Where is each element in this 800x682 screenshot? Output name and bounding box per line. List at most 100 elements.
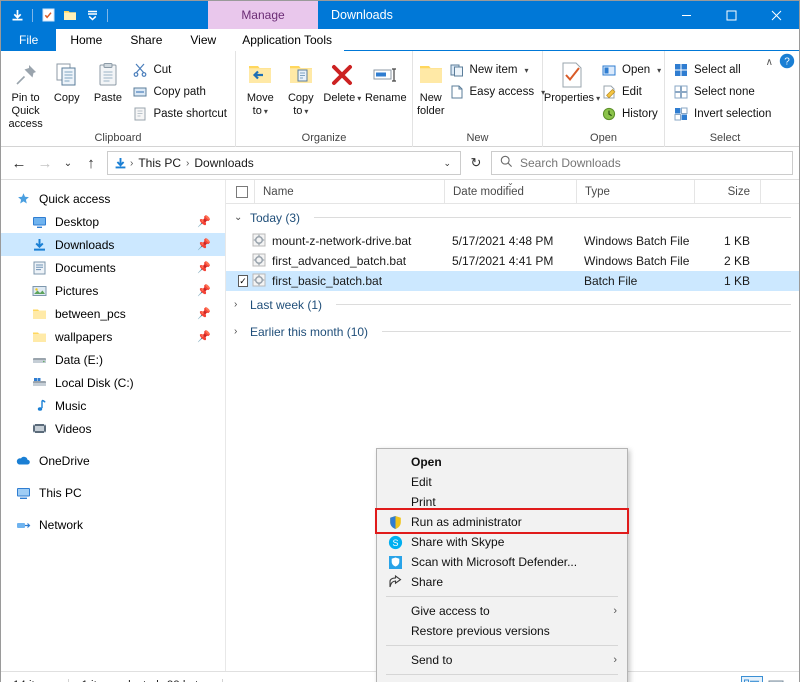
pin-icon[interactable]: 📌	[197, 261, 211, 274]
delete-caret-icon[interactable]: ▾	[357, 94, 361, 103]
folder-icon	[29, 305, 49, 323]
new-item-caret-icon[interactable]: ▾	[524, 66, 528, 75]
collapse-ribbon-icon[interactable]: ∧	[766, 57, 773, 68]
copy-to-caret-icon[interactable]: ▾	[304, 107, 308, 116]
column-header-name[interactable]: Name	[254, 180, 444, 204]
new-small-buttons: New item ▾ Easy access ▾	[445, 54, 550, 103]
context-menu-item-share-with-skype[interactable]: S Share with Skype	[377, 532, 627, 552]
column-header-size[interactable]: Size	[694, 180, 760, 204]
table-row[interactable]: ✓ first_basic_batch.bat Batch File 1 KB	[226, 271, 799, 291]
sidebar-item-this-pc[interactable]: This PC	[1, 481, 225, 504]
sidebar-item-wallpapers[interactable]: wallpapers 📌	[1, 325, 225, 348]
chevron-right-icon[interactable]: ›	[234, 326, 244, 337]
context-menu-item-share[interactable]: Share	[377, 572, 627, 592]
recent-locations-button[interactable]: ⌄	[59, 150, 77, 176]
breadcrumb-dropdown-icon[interactable]: ⌄	[436, 158, 458, 169]
search-input[interactable]: Search Downloads	[491, 151, 793, 175]
properties-button[interactable]: Properties ▾	[544, 54, 600, 105]
tab-file[interactable]: File	[1, 29, 57, 51]
invert-selection-button[interactable]: Invert selection	[669, 103, 775, 125]
sidebar-item-local-disk-c[interactable]: Local Disk (C:)	[1, 371, 225, 394]
copy-button[interactable]: Copy	[46, 54, 87, 105]
copy-path-button[interactable]: Copy path	[128, 81, 231, 103]
help-icon[interactable]: ?	[779, 53, 795, 72]
column-header-type[interactable]: Type	[576, 180, 694, 204]
breadcrumb-downloads[interactable]: Downloads	[190, 156, 257, 170]
rename-button[interactable]: Rename	[364, 54, 408, 105]
forward-button[interactable]: →	[33, 150, 57, 176]
select-all-button[interactable]: Select all	[669, 59, 775, 81]
context-menu-item-run-as-administrator[interactable]: Run as administrator	[377, 512, 627, 532]
breadcrumb[interactable]: › This PC › Downloads ⌄	[107, 151, 461, 175]
pin-icon[interactable]: 📌	[197, 330, 211, 343]
tab-view[interactable]: View	[176, 29, 231, 51]
table-row[interactable]: mount-z-network-drive.bat 5/17/2021 4:48…	[226, 231, 799, 251]
qat-properties-icon[interactable]	[38, 5, 58, 25]
sidebar-item-music[interactable]: Music	[1, 394, 225, 417]
sidebar-item-desktop[interactable]: Desktop 📌	[1, 210, 225, 233]
sidebar-item-quick-access[interactable]: Quick access	[1, 187, 225, 210]
sidebar-item-downloads[interactable]: Downloads 📌	[1, 233, 225, 256]
paste-shortcut-button[interactable]: Paste shortcut	[128, 103, 231, 125]
sidebar-item-onedrive[interactable]: OneDrive	[1, 449, 225, 472]
sidebar-item-videos[interactable]: Videos	[1, 417, 225, 440]
paste-button[interactable]: Paste	[87, 54, 128, 105]
minimize-button[interactable]	[664, 1, 709, 29]
delete-button[interactable]: Delete ▾	[321, 54, 363, 105]
column-header-date-modified[interactable]: ⌄ Date modified	[444, 180, 576, 204]
up-button[interactable]: ↑	[79, 150, 103, 176]
back-button[interactable]: ←	[7, 150, 31, 176]
breadcrumb-this-pc[interactable]: This PC	[134, 156, 185, 170]
sidebar-item-network[interactable]: Network	[1, 513, 225, 536]
sidebar-item-between-pcs[interactable]: between_pcs 📌	[1, 302, 225, 325]
tab-home[interactable]: Home	[56, 29, 117, 51]
new-item-button[interactable]: New item ▾	[445, 59, 550, 81]
context-menu-item-send-to[interactable]: Send to ›	[377, 650, 627, 670]
context-menu-item-scan-with-defender[interactable]: Scan with Microsoft Defender...	[377, 552, 627, 572]
chevron-right-icon[interactable]: ›	[234, 299, 244, 310]
cut-button[interactable]: Cut	[128, 59, 231, 81]
context-menu-item-give-access-to[interactable]: Give access to ›	[377, 601, 627, 621]
pin-icon[interactable]: 📌	[197, 238, 211, 251]
edit-button[interactable]: Edit	[597, 81, 665, 103]
new-folder-button[interactable]: New folder	[417, 54, 445, 118]
chevron-down-icon[interactable]: ⌄	[234, 212, 244, 223]
tab-application-tools[interactable]: Application Tools	[230, 29, 345, 51]
context-menu-separator	[386, 645, 618, 646]
details-view-button[interactable]	[741, 675, 763, 682]
open-caret-icon[interactable]: ▾	[657, 66, 661, 75]
qat-downloads-icon[interactable]	[7, 5, 27, 25]
group-header-earlier-this-month[interactable]: › Earlier this month (10)	[226, 318, 799, 345]
pin-icon[interactable]: 📌	[197, 307, 211, 320]
context-menu-item-open[interactable]: Open	[377, 452, 627, 472]
sidebar-item-pictures[interactable]: Pictures 📌	[1, 279, 225, 302]
refresh-button[interactable]: ↻	[463, 151, 489, 175]
easy-access-button[interactable]: Easy access ▾	[445, 81, 550, 103]
history-button[interactable]: History	[597, 103, 665, 125]
move-to-caret-icon[interactable]: ▾	[264, 107, 268, 116]
select-none-button[interactable]: Select none	[669, 81, 775, 103]
sidebar-item-documents[interactable]: Documents 📌	[1, 256, 225, 279]
tab-share[interactable]: Share	[116, 29, 177, 51]
row-checkbox[interactable]: ✓	[226, 275, 248, 287]
close-button[interactable]	[754, 1, 799, 29]
qat-new-folder-icon[interactable]	[60, 5, 80, 25]
qat-customize-qat-icon[interactable]	[82, 5, 102, 25]
group-header-today[interactable]: ⌄ Today (3)	[226, 204, 799, 231]
select-all-checkbox[interactable]	[226, 180, 254, 204]
large-icons-view-button[interactable]	[765, 676, 787, 682]
new-folder-icon	[418, 58, 444, 92]
context-menu-item-restore-previous-versions[interactable]: Restore previous versions	[377, 621, 627, 641]
sidebar-item-data-e[interactable]: Data (E:)	[1, 348, 225, 371]
table-row[interactable]: first_advanced_batch.bat 5/17/2021 4:41 …	[226, 251, 799, 271]
context-menu-item-print[interactable]: Print	[377, 492, 627, 512]
context-menu-item-edit[interactable]: Edit	[377, 472, 627, 492]
move-to-button[interactable]: Move to ▾	[240, 54, 281, 118]
open-button[interactable]: Open ▾	[597, 59, 665, 81]
pin-icon[interactable]: 📌	[197, 284, 211, 297]
maximize-button[interactable]	[709, 1, 754, 29]
pin-icon[interactable]: 📌	[197, 215, 211, 228]
group-header-last-week[interactable]: › Last week (1)	[226, 291, 799, 318]
copy-to-button[interactable]: Copy to ▾	[281, 54, 322, 118]
pin-to-quick-access-button[interactable]: Pin to Quick access	[5, 54, 46, 131]
